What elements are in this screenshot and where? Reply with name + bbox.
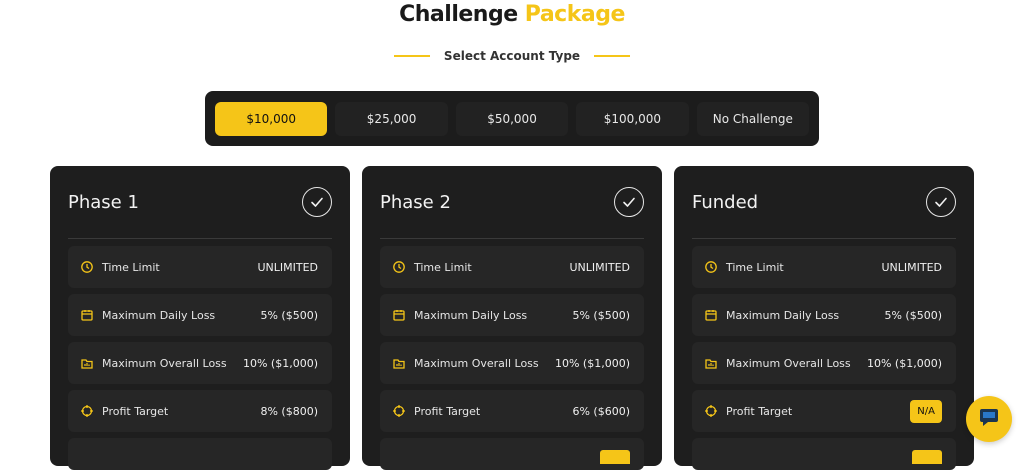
card-header: Funded	[692, 166, 956, 239]
chart-folder-icon	[80, 356, 94, 370]
chat-bubble-icon	[977, 405, 1001, 433]
row-label: Profit Target	[414, 404, 481, 418]
history-clock-icon	[80, 260, 94, 274]
title-accent: Package	[524, 2, 626, 27]
row-value: 8% ($800)	[260, 404, 318, 418]
checkmark-circle-icon[interactable]	[302, 187, 332, 217]
row-value: UNLIMITED	[569, 260, 630, 274]
checkmark-circle-icon[interactable]	[926, 187, 956, 217]
crosshair-icon	[80, 404, 94, 418]
list-item	[692, 438, 956, 470]
chart-folder-icon	[392, 356, 406, 370]
max-daily-loss-row: Maximum Daily Loss 5% ($500)	[692, 294, 956, 336]
row-value: 5% ($500)	[572, 308, 630, 322]
max-daily-loss-row: Maximum Daily Loss 5% ($500)	[380, 294, 644, 336]
max-overall-loss-row: Maximum Overall Loss 10% ($1,000)	[380, 342, 644, 384]
profit-target-row: Profit Target 8% ($800)	[68, 390, 332, 432]
tab-no-challenge[interactable]: No Challenge	[696, 101, 810, 136]
card-header: Phase 2	[380, 166, 644, 239]
checkmark-circle-icon[interactable]	[614, 187, 644, 217]
card-title: Funded	[692, 191, 759, 213]
tab-50000[interactable]: $50,000	[455, 101, 569, 136]
funded-card: Funded Time Limit UNLIMITED Maximum Dail…	[674, 166, 974, 470]
profit-target-row: Profit Target 6% ($600)	[380, 390, 644, 432]
list-item	[68, 438, 332, 470]
profit-target-row: Profit Target N/A	[692, 390, 956, 432]
calendar-icon	[80, 308, 94, 322]
subtitle-divider-left	[393, 55, 430, 57]
tab-100000[interactable]: $100,000	[576, 101, 689, 136]
max-overall-loss-row: Maximum Overall Loss 10% ($1,000)	[692, 342, 956, 384]
crosshair-icon	[392, 404, 406, 418]
history-clock-icon	[704, 260, 718, 274]
chart-folder-icon	[704, 356, 718, 370]
tab-25000[interactable]: $25,000	[335, 101, 448, 136]
row-value: 6% ($600)	[572, 404, 630, 418]
max-overall-loss-row: Maximum Overall Loss 10% ($1,000)	[68, 342, 332, 384]
phase-2-card: Phase 2 Time Limit UNLIMITED Maximum Dai…	[362, 166, 662, 470]
time-limit-row: Time Limit UNLIMITED	[68, 246, 332, 288]
list-item	[380, 438, 644, 470]
status-badge: N/A	[910, 399, 942, 423]
page-title: Challenge Package	[0, 2, 1024, 27]
title-main: Challenge	[399, 2, 518, 27]
row-value: 5% ($500)	[260, 308, 318, 322]
row-label: Time Limit	[726, 260, 784, 274]
time-limit-row: Time Limit UNLIMITED	[692, 246, 956, 288]
card-title: Phase 2	[380, 191, 451, 213]
status-badge	[600, 450, 630, 464]
phase-1-card: Phase 1 Time Limit UNLIMITED Maximum Dai…	[50, 166, 350, 470]
row-value: UNLIMITED	[257, 260, 318, 274]
card-rows: Time Limit UNLIMITED Maximum Daily Loss …	[692, 239, 956, 470]
history-clock-icon	[392, 260, 406, 274]
row-label: Maximum Overall Loss	[726, 356, 851, 370]
row-label: Maximum Overall Loss	[414, 356, 539, 370]
row-label: Maximum Overall Loss	[102, 356, 227, 370]
card-title: Phase 1	[68, 191, 139, 213]
account-type-tabs: $10,000 $25,000 $50,000 $100,000 No Chal…	[205, 91, 819, 146]
row-label: Time Limit	[414, 260, 472, 274]
row-value: 5% ($500)	[884, 308, 942, 322]
row-value: 10% ($1,000)	[242, 356, 318, 370]
time-limit-row: Time Limit UNLIMITED	[380, 246, 644, 288]
card-rows: Time Limit UNLIMITED Maximum Daily Loss …	[68, 239, 332, 470]
crosshair-icon	[704, 404, 718, 418]
row-value: 10% ($1,000)	[554, 356, 630, 370]
card-rows: Time Limit UNLIMITED Maximum Daily Loss …	[380, 239, 644, 470]
row-value: UNLIMITED	[881, 260, 942, 274]
subtitle-divider-right	[594, 55, 631, 57]
calendar-icon	[704, 308, 718, 322]
row-label: Time Limit	[102, 260, 160, 274]
subtitle: Select Account Type	[443, 49, 581, 63]
calendar-icon	[392, 308, 406, 322]
row-label: Maximum Daily Loss	[102, 308, 216, 322]
subtitle-row: Select Account Type	[0, 49, 1024, 63]
chat-button[interactable]	[966, 396, 1012, 442]
row-value: 10% ($1,000)	[866, 356, 942, 370]
row-label: Profit Target	[726, 404, 793, 418]
row-label: Profit Target	[102, 404, 169, 418]
row-label: Maximum Daily Loss	[414, 308, 528, 322]
card-header: Phase 1	[68, 166, 332, 239]
status-badge	[912, 450, 942, 464]
row-label: Maximum Daily Loss	[726, 308, 840, 322]
tab-10000[interactable]: $10,000	[215, 101, 328, 136]
max-daily-loss-row: Maximum Daily Loss 5% ($500)	[68, 294, 332, 336]
